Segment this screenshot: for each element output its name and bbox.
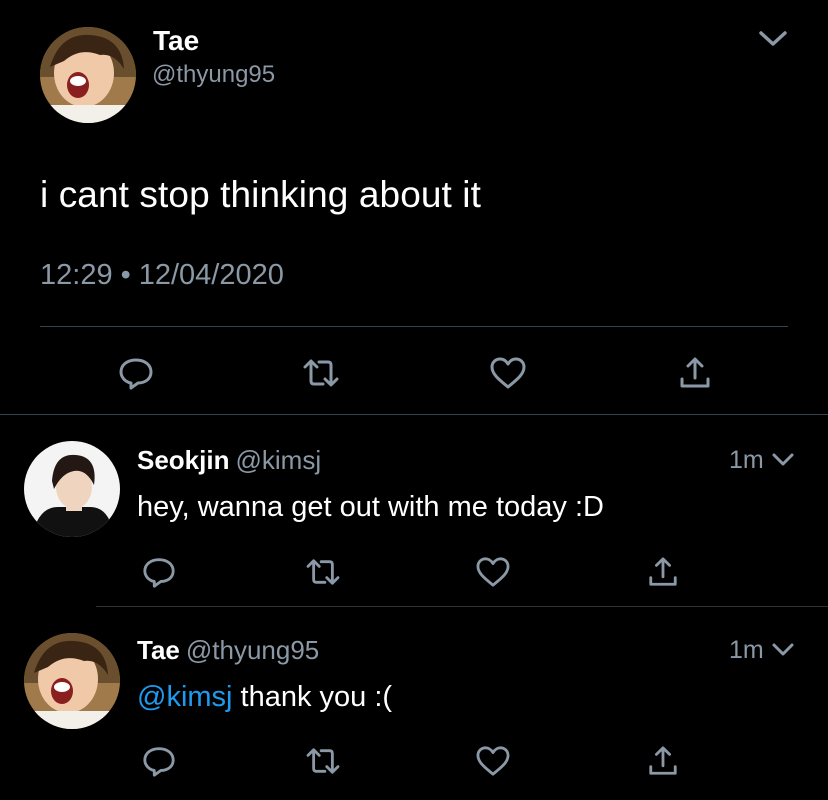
share-icon <box>649 746 677 775</box>
tweet-time: 12:29 <box>40 259 113 291</box>
author-name[interactable]: Tae @thyung95 <box>137 635 319 666</box>
reply-body: thank you :( <box>232 681 393 713</box>
share-icon <box>680 357 710 388</box>
heart-icon <box>490 357 526 389</box>
retweet-button[interactable] <box>299 353 343 393</box>
chevron-down-icon[interactable] <box>756 28 790 50</box>
avatar[interactable] <box>40 27 136 123</box>
reply-button[interactable] <box>139 741 179 781</box>
divider <box>40 326 788 327</box>
reply-icon <box>143 747 175 777</box>
retweet-button[interactable] <box>302 741 344 781</box>
like-button[interactable] <box>488 353 528 393</box>
author-display-name[interactable]: Seokjin <box>137 445 229 475</box>
retweet-icon <box>306 748 340 774</box>
tweet-timestamp: 12:29 • 12/04/2020 <box>40 259 284 292</box>
author-display-name[interactable]: Tae <box>137 635 180 665</box>
retweet-icon <box>306 559 340 585</box>
reply-button[interactable] <box>116 353 156 393</box>
reply-button[interactable] <box>139 552 179 592</box>
retweet-icon <box>303 359 339 387</box>
chevron-down-icon[interactable] <box>770 451 796 469</box>
author-handle[interactable]: @thyung95 <box>186 635 319 665</box>
chevron-down-icon[interactable] <box>770 641 796 659</box>
tweet-text: i cant stop thinking about it <box>40 174 482 215</box>
share-button[interactable] <box>643 741 683 781</box>
share-button[interactable] <box>643 552 683 592</box>
reply-tweet[interactable]: Tae @thyung95 1m @kimsj thank you :( <box>0 607 828 800</box>
meta-separator: • <box>120 259 131 291</box>
reply-icon <box>119 358 153 390</box>
author-handle[interactable]: @kimsj <box>235 445 321 475</box>
share-icon <box>649 557 677 586</box>
like-button[interactable] <box>473 741 513 781</box>
avatar[interactable] <box>24 633 120 729</box>
retweet-button[interactable] <box>302 552 344 592</box>
author-name[interactable]: Tae <box>153 25 199 57</box>
reply-icon <box>143 558 175 588</box>
reply-time: 1m <box>729 446 764 474</box>
mention-link[interactable]: @kimsj <box>137 681 232 713</box>
avatar[interactable] <box>24 441 120 537</box>
share-button[interactable] <box>675 353 715 393</box>
author-name[interactable]: Seokjin @kimsj <box>137 445 321 476</box>
reply-tweet[interactable]: Seokjin @kimsj 1m hey, wanna get out with… <box>0 415 828 607</box>
main-tweet: Tae @thyung95 i cant stop thinking about… <box>0 0 828 415</box>
tweet-date: 12/04/2020 <box>138 259 284 291</box>
like-button[interactable] <box>473 552 513 592</box>
reply-time: 1m <box>729 636 764 664</box>
heart-icon <box>476 557 510 587</box>
author-handle[interactable]: @thyung95 <box>152 61 275 89</box>
reply-text: @kimsj thank you :( <box>137 681 392 714</box>
reply-text: hey, wanna get out with me today :D <box>137 491 604 523</box>
heart-icon <box>476 746 510 776</box>
